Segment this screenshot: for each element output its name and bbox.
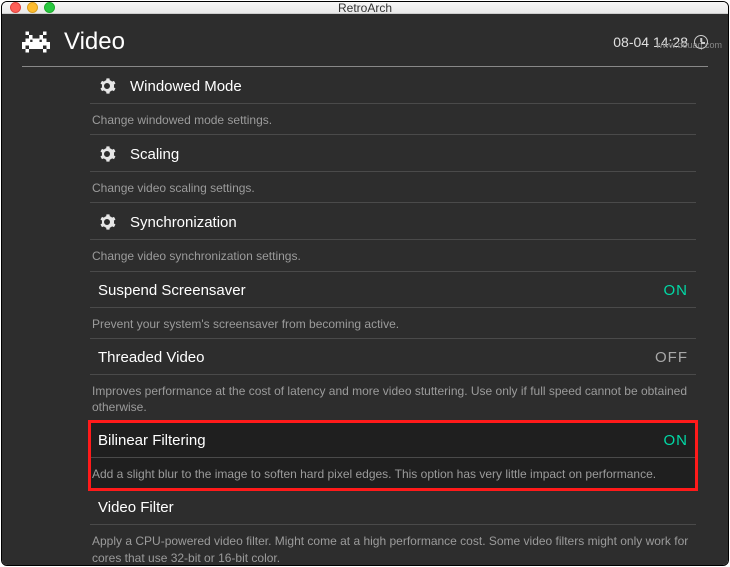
menu-item-threaded-video[interactable]: Threaded Video OFF Improves performance at… (90, 339, 696, 422)
menu-item-value: OFF (655, 349, 688, 366)
menu-item-label: Synchronization (130, 214, 237, 231)
menu-item-label: Windowed Mode (130, 78, 242, 95)
menu-item-scaling[interactable]: Scaling Change video scaling settings. (90, 135, 696, 203)
watermark: www.deuaq.com (656, 40, 722, 50)
menu-item-description: Change video scaling settings. (90, 171, 696, 202)
menu-item-description: Add a slight blur to the image to soften… (90, 457, 696, 488)
menu-item-suspend-screensaver[interactable]: Suspend Screensaver ON Prevent your system… (90, 272, 696, 339)
menu-item-label: Video Filter (98, 499, 174, 516)
menu-item-label: Scaling (130, 146, 179, 163)
menu-item-label: Bilinear Filtering (98, 432, 206, 449)
menu-item-description: Prevent your system's screensaver from b… (90, 307, 696, 338)
clock-icon (694, 35, 708, 49)
menu-item-synchronization[interactable]: Synchronization Change video synchronizat… (90, 203, 696, 271)
menu-item-description: Improves performance at the cost of late… (90, 374, 696, 421)
gear-icon (98, 145, 116, 163)
retroarch-logo-icon (22, 31, 50, 53)
macos-titlebar: RetroArch (2, 2, 728, 14)
menu-item-description: Change windowed mode settings. (90, 103, 696, 134)
gear-icon (98, 213, 116, 231)
menu-item-bilinear-filtering[interactable]: Bilinear Filtering ON Add a slight blur to… (90, 422, 696, 489)
page-title: Video (64, 28, 125, 56)
window-title: RetroArch (2, 1, 728, 15)
menu-item-video-filter[interactable]: Video Filter Apply a CPU-powered video fi… (90, 489, 696, 566)
menu-item-value: ON (664, 282, 689, 299)
gear-icon (98, 77, 116, 95)
menu-item-windowed-mode[interactable]: Windowed Mode Change windowed mode settin… (90, 67, 696, 135)
menu-item-description: Apply a CPU-powered video filter. Might … (90, 524, 696, 566)
menu-item-value: ON (664, 432, 689, 449)
menu-item-description: Change video synchronization settings. (90, 239, 696, 270)
menu-item-label: Suspend Screensaver (98, 282, 246, 299)
menu-item-label: Threaded Video (98, 349, 204, 366)
